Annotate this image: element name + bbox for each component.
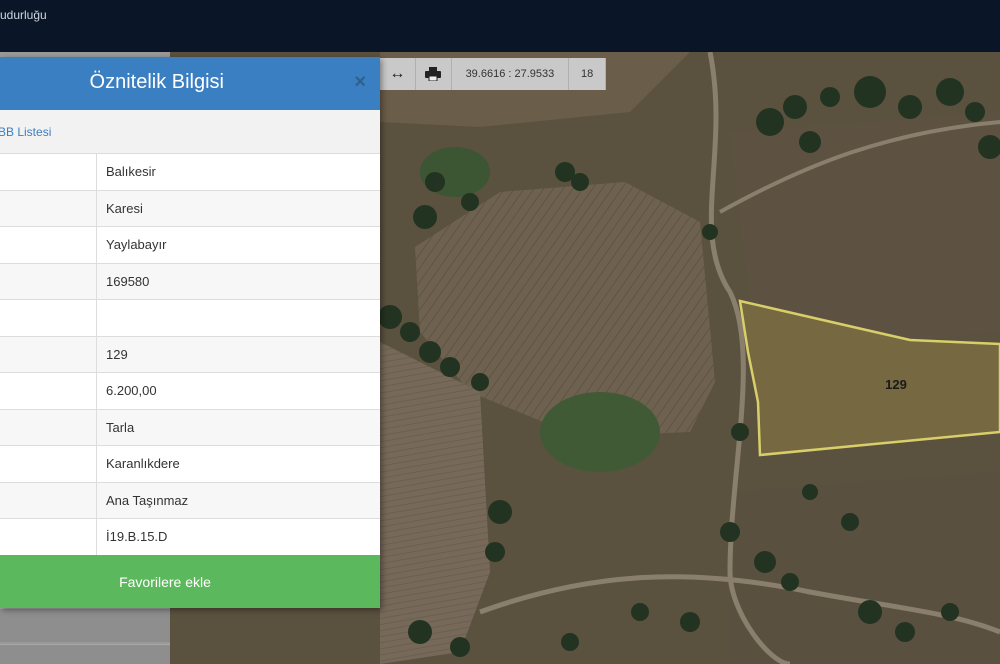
attribute-value: Tarla	[106, 419, 135, 435]
list-link[interactable]: BB Listesi	[0, 125, 51, 139]
attribute-info-panel: Öznitelik Bilgisi × BB Listesi Balıkesir…	[0, 57, 380, 608]
table-row: 6.200,00	[0, 373, 380, 410]
coordinate-readout: 39.6616 : 27.9533	[452, 58, 570, 90]
attribute-value: Balıkesir	[106, 164, 156, 180]
table-row: Yaylabayır	[0, 227, 380, 264]
attribute-table: Balıkesir Karesi Yaylabayır 169580 129 6…	[0, 154, 380, 556]
table-row: Ana Taşınmaz	[0, 482, 380, 519]
table-row: Balıkesir	[0, 154, 380, 191]
arrows-horizontal-icon[interactable]: ↔	[380, 58, 416, 90]
close-icon[interactable]: ×	[354, 71, 366, 94]
add-to-favorites-button[interactable]: Favorilere ekle	[0, 555, 380, 608]
sidebar-strip	[0, 644, 170, 664]
printer-icon[interactable]	[416, 58, 452, 90]
table-row: Tarla	[0, 409, 380, 446]
table-row: 169580	[0, 263, 380, 300]
top-bar: udurluğu	[0, 0, 1000, 52]
zoom-level: 18	[580, 68, 594, 80]
table-row: 129	[0, 336, 380, 373]
attribute-value: Karanlıkdere	[106, 456, 180, 472]
sidebar-strip	[0, 608, 170, 642]
attribute-value: İ19.B.15.D	[106, 529, 168, 545]
map-toolbar: ↔ 39.6616 : 27.9533 18	[380, 58, 606, 90]
table-row: Karanlıkdere	[0, 446, 380, 483]
panel-header: Öznitelik Bilgisi ×	[0, 57, 380, 110]
panel-subheader: BB Listesi	[0, 110, 380, 154]
app-title: udurluğu	[0, 8, 47, 22]
attribute-value: Ana Taşınmaz	[106, 492, 189, 508]
attribute-value: Karesi	[106, 200, 143, 216]
attribute-value: 129	[106, 346, 128, 362]
table-row	[0, 300, 380, 337]
table-row: Karesi	[0, 190, 380, 227]
table-row: İ19.B.15.D	[0, 519, 380, 556]
panel-title: Öznitelik Bilgisi	[89, 71, 224, 93]
attribute-value	[97, 300, 106, 336]
parcel-number-label: 129	[885, 377, 907, 392]
attribute-value: 6.200,00	[106, 383, 157, 399]
attribute-value: Yaylabayır	[106, 237, 167, 253]
attribute-value: 169580	[106, 273, 150, 289]
